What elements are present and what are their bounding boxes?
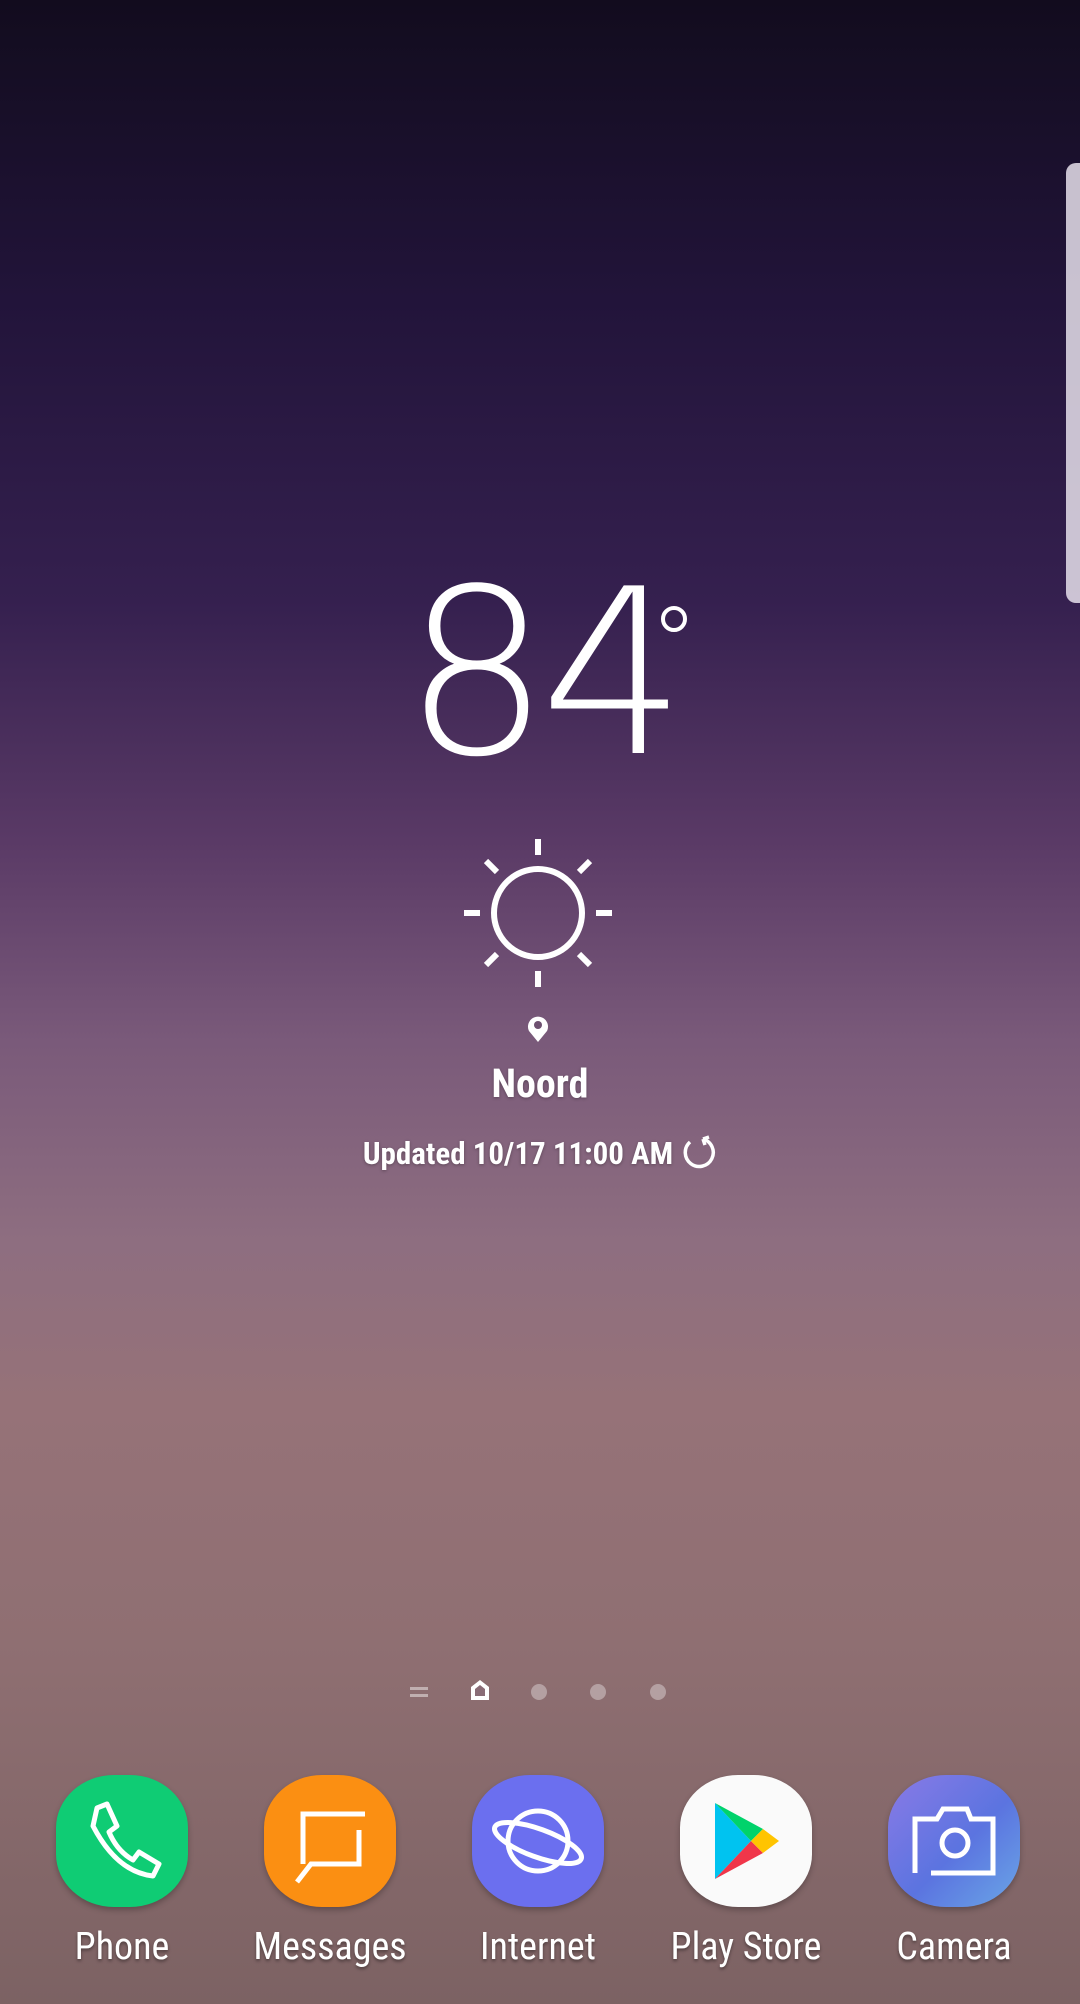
app-play-store[interactable]: Play Store xyxy=(646,1775,846,1969)
edge-panel-handle[interactable] xyxy=(1066,163,1080,603)
messages-icon xyxy=(264,1775,396,1907)
internet-icon xyxy=(472,1775,604,1907)
camera-icon xyxy=(888,1775,1020,1907)
updated-text: Updated 10/17 11:00 AM xyxy=(362,1135,674,1172)
app-label: Phone xyxy=(74,1925,170,1969)
app-internet[interactable]: Internet xyxy=(438,1775,638,1969)
app-messages[interactable]: Messages xyxy=(230,1775,430,1969)
app-camera[interactable]: Camera xyxy=(854,1775,1054,1969)
phone-icon xyxy=(56,1775,188,1907)
play-store-icon xyxy=(680,1775,812,1907)
location-name: Noord xyxy=(491,1060,589,1107)
page-dot[interactable] xyxy=(590,1684,606,1700)
app-label: Play Store xyxy=(670,1925,822,1969)
page-dot[interactable] xyxy=(531,1684,547,1700)
home-page-icon[interactable] xyxy=(469,1678,491,1702)
app-label: Messages xyxy=(253,1925,407,1969)
app-label: Internet xyxy=(479,1925,596,1969)
refresh-icon[interactable] xyxy=(681,1134,717,1170)
temperature: 84 xyxy=(403,541,687,808)
menu-lines-icon[interactable] xyxy=(410,1684,428,1700)
degree-symbol xyxy=(661,606,687,632)
app-phone[interactable]: Phone xyxy=(22,1775,222,1969)
app-label: Camera xyxy=(896,1925,1012,1969)
location-pin-icon xyxy=(528,1016,548,1042)
updated-time: Updated 10/17 11:00 AM xyxy=(0,1134,1080,1172)
page-indicator xyxy=(0,1676,1080,1706)
page-dot[interactable] xyxy=(650,1684,666,1700)
sun-icon xyxy=(464,839,612,987)
